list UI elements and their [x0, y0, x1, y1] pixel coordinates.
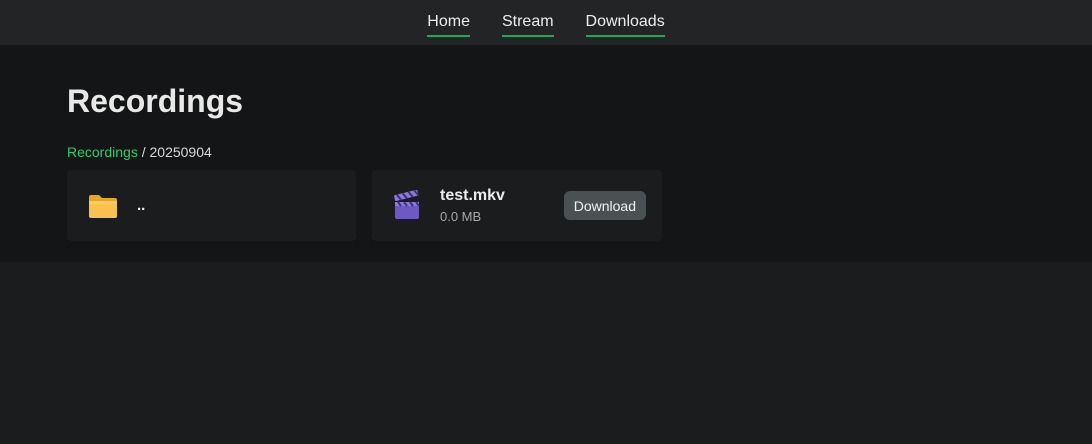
clapperboard-icon [392, 189, 422, 222]
top-navigation: Home Stream Downloads [0, 0, 1092, 45]
file-info: test.mkv 0.0 MB [440, 187, 564, 224]
main-content: Recordings Recordings / 20250904 .. test… [0, 45, 1092, 262]
breadcrumb: Recordings / 20250904 [67, 144, 1025, 160]
nav-downloads-link[interactable]: Downloads [585, 12, 665, 37]
breadcrumb-separator: / [141, 144, 146, 160]
file-entry: test.mkv 0.0 MB Download [372, 170, 662, 241]
parent-folder-entry[interactable]: .. [67, 170, 356, 241]
file-size: 0.0 MB [440, 209, 482, 224]
entry-list: .. test.mkv 0.0 MB Download [67, 170, 1025, 241]
nav-stream-link[interactable]: Stream [501, 12, 554, 37]
breadcrumb-current: 20250904 [149, 144, 212, 160]
folder-icon [87, 191, 119, 221]
download-button[interactable]: Download [563, 191, 646, 220]
breadcrumb-root-link[interactable]: Recordings [67, 144, 138, 160]
file-name: test.mkv [440, 187, 505, 204]
folder-name: .. [137, 197, 146, 214]
page-title: Recordings [67, 83, 244, 119]
nav-home-link[interactable]: Home [427, 12, 470, 37]
